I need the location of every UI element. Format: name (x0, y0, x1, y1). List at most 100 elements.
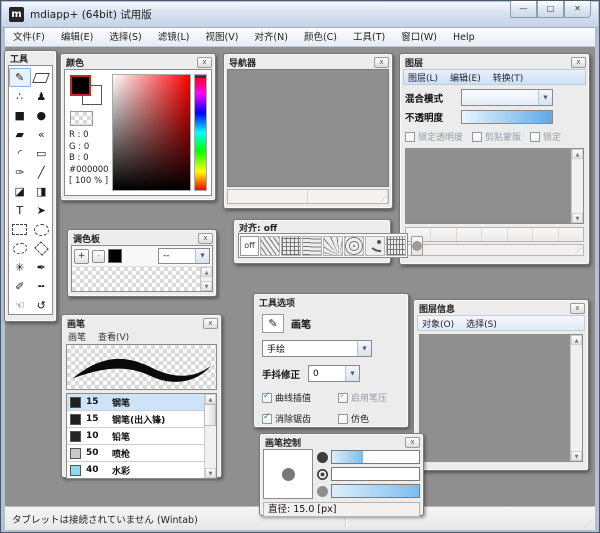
scroll-up-icon[interactable]: ▲ (572, 149, 583, 159)
pen-icon[interactable]: ✎ (262, 314, 284, 333)
menu-window[interactable]: 窗口(W) (393, 28, 445, 47)
foreground-color-swatch[interactable] (70, 75, 91, 96)
menu-color[interactable]: 颜色(C) (296, 28, 345, 47)
layer-action-button[interactable] (559, 228, 583, 241)
resize-grip-icon[interactable]: ⋰ (380, 195, 387, 203)
palette-swatch-area[interactable]: ▲ ▼ (72, 267, 212, 291)
tool-curve[interactable]: ◜ (9, 144, 31, 163)
tool-text[interactable]: T (9, 201, 31, 220)
tool-move[interactable]: ➤ (31, 201, 53, 220)
hue-slider[interactable] (194, 74, 207, 191)
tool-gradient[interactable]: ◨ (31, 182, 53, 201)
layer-action-button[interactable] (533, 228, 558, 241)
align-pattern-curve[interactable] (365, 236, 385, 256)
scroll-up-icon[interactable]: ▲ (201, 267, 212, 277)
palette-set-dropdown[interactable]: -- ▼ (158, 248, 210, 264)
align-pattern-grid[interactable] (281, 236, 301, 256)
layerinfo-menu-select[interactable]: 选择(S) (466, 317, 497, 330)
tool-rect[interactable]: ▭ (31, 144, 53, 163)
add-color-button[interactable]: + (74, 249, 89, 264)
tool-eraser[interactable] (31, 68, 53, 87)
close-icon[interactable]: x (203, 318, 218, 329)
panel-titlebar[interactable]: 画笔控制 x (260, 434, 423, 449)
align-pattern-horizontal[interactable] (302, 236, 322, 256)
tool-fill-polyline[interactable]: « (31, 125, 53, 144)
scroll-up-icon[interactable]: ▲ (571, 335, 582, 345)
brush-row[interactable]: 15 钢笔 (67, 394, 204, 411)
panel-titlebar[interactable]: 工具 (5, 51, 56, 65)
brush-row[interactable]: 10 铅笔 (67, 428, 204, 445)
layers-menu-convert[interactable]: 转换(T) (493, 71, 524, 84)
menu-edit[interactable]: 编辑(E) (53, 28, 101, 47)
palette-scrollbar[interactable]: ▲ ▼ (200, 267, 212, 291)
scrollbar-thumb[interactable] (204, 404, 216, 426)
layer-action-button[interactable] (482, 228, 507, 241)
close-icon[interactable]: x (571, 57, 586, 68)
align-off-button[interactable]: off (240, 236, 259, 256)
opacity-slider[interactable] (461, 110, 553, 124)
menu-snap[interactable]: 对齐(N) (246, 28, 296, 47)
panel-titlebar[interactable]: 图层信息 x (414, 300, 588, 315)
lock-checkbox[interactable]: ✓ 锁定 (530, 130, 561, 143)
align-pattern-concentric[interactable] (344, 236, 364, 256)
tool-fill-rect[interactable]: ■ (9, 106, 31, 125)
layer-info-scrollbar[interactable]: ▲ ▼ (570, 335, 582, 461)
brush-row[interactable]: 50 喷枪 (67, 445, 204, 462)
close-icon[interactable]: x (405, 437, 420, 448)
brush-row[interactable]: 40 水彩 (67, 462, 204, 479)
layer-action-button[interactable] (508, 228, 533, 241)
layerinfo-menu-object[interactable]: 对象(O) (422, 317, 454, 330)
tool-rotate[interactable]: ↺ (31, 296, 53, 315)
tool-fill-polygon[interactable]: ▰ (9, 125, 31, 144)
brush-row[interactable]: 15 钢笔(出入锋) (67, 411, 204, 428)
maximize-button[interactable]: □ (537, 1, 564, 18)
menu-help[interactable]: Help (445, 28, 483, 47)
curve-interpolation-checkbox[interactable]: ✓ 曲线插值 (262, 391, 338, 404)
menu-tool[interactable]: 工具(T) (345, 28, 393, 47)
pen-pressure-checkbox[interactable]: ✓ 启用笔压 (338, 391, 400, 404)
scroll-down-icon[interactable]: ▼ (572, 213, 583, 223)
tool-pen[interactable]: ✎ (9, 68, 31, 87)
align-pattern-radial[interactable] (323, 236, 343, 256)
resize-grip-icon[interactable]: ⋰ (575, 247, 582, 255)
close-icon[interactable]: x (374, 57, 389, 68)
tool-path[interactable]: ✑ (9, 163, 31, 182)
brush-min-size-slider[interactable] (331, 467, 420, 481)
tool-lasso[interactable] (9, 239, 31, 258)
panel-titlebar[interactable]: 导航器 x (224, 54, 392, 69)
align-settings-button[interactable] (411, 236, 423, 256)
tool-stamp[interactable]: ♟ (31, 87, 53, 106)
tool-fill-ellipse[interactable]: ● (31, 106, 53, 125)
titlebar[interactable]: m mdiapp+ (64bit) 试用版 (2, 2, 598, 28)
panel-titlebar[interactable]: 对齐: off (234, 220, 390, 233)
scroll-down-icon[interactable]: ▼ (205, 468, 216, 478)
brush-menu-brush[interactable]: 画笔 (68, 330, 86, 343)
layers-list[interactable]: ▲ ▼ (405, 148, 584, 224)
align-pattern-perspective[interactable] (386, 236, 406, 256)
palette-current-swatch[interactable] (108, 249, 122, 263)
tool-bucket[interactable]: ◪ (9, 182, 31, 201)
panel-titlebar[interactable]: 画笔 x (62, 315, 221, 330)
close-button[interactable]: ✕ (564, 1, 591, 18)
tool-select-polygon[interactable] (31, 239, 53, 258)
menu-select[interactable]: 选择(S) (101, 28, 149, 47)
layers-menu-layer[interactable]: 图层(L) (408, 71, 438, 84)
knob-button[interactable] (317, 486, 328, 497)
panel-titlebar[interactable]: 图层 x (400, 54, 589, 69)
knob-button[interactable] (317, 469, 328, 480)
scroll-up-icon[interactable]: ▲ (205, 394, 216, 404)
tool-ruler[interactable]: ╍ (31, 277, 53, 296)
tool-select-ellipse[interactable] (31, 220, 53, 239)
dither-checkbox[interactable]: ✓ 仿色 (338, 412, 400, 425)
brush-menu-view[interactable]: 查看(V) (98, 330, 129, 343)
resize-grip-icon[interactable]: ⋰ (584, 519, 592, 528)
clipping-mask-checkbox[interactable]: ✓ 剪贴蒙版 (472, 130, 521, 143)
align-pattern-parallel[interactable] (260, 236, 280, 256)
close-icon[interactable]: x (198, 233, 213, 244)
layers-menu-edit[interactable]: 编辑(E) (450, 71, 481, 84)
remove-color-button[interactable]: - (92, 250, 105, 263)
panel-titlebar[interactable]: 工具选项 (254, 294, 408, 309)
stabilization-dropdown[interactable]: 0 ▼ (308, 365, 360, 382)
draw-mode-dropdown[interactable]: 手绘 ▼ (262, 340, 372, 357)
tool-hand[interactable]: ☜ (9, 296, 31, 315)
